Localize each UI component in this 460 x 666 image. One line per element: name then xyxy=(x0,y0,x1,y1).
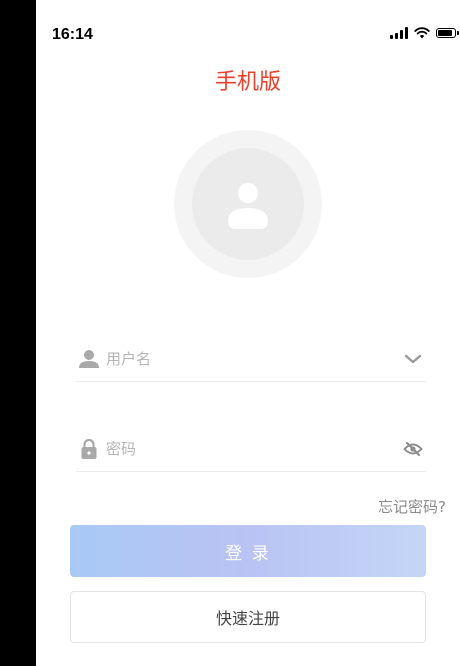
eye-off-icon[interactable] xyxy=(400,438,426,460)
register-button[interactable]: 快速注册 xyxy=(70,591,426,643)
user-icon xyxy=(76,348,102,370)
avatar[interactable] xyxy=(174,130,322,278)
left-black-bar xyxy=(0,0,36,666)
phone-screen: 16:14 手机版 用户名 忘记密码? 登 录 快速注册 xyxy=(36,0,460,666)
password-input[interactable] xyxy=(106,436,400,461)
avatar-inner-circle xyxy=(192,148,304,260)
battery-icon xyxy=(436,28,459,38)
signal-icon xyxy=(390,27,408,39)
password-field[interactable] xyxy=(76,426,426,472)
username-field[interactable] xyxy=(76,336,426,382)
user-avatar-icon xyxy=(228,183,268,229)
status-bar: 16:14 xyxy=(36,0,460,60)
app-title: 手机版 xyxy=(214,70,281,95)
chevron-down-icon[interactable] xyxy=(400,348,426,370)
login-button[interactable]: 登 录 xyxy=(70,525,426,577)
username-input[interactable] xyxy=(106,346,400,371)
wifi-icon xyxy=(414,27,430,39)
lock-icon xyxy=(76,438,102,460)
forgot-password-link[interactable]: 忘记密码? xyxy=(378,496,446,517)
status-time: 16:14 xyxy=(52,26,93,43)
status-icons xyxy=(390,27,459,39)
